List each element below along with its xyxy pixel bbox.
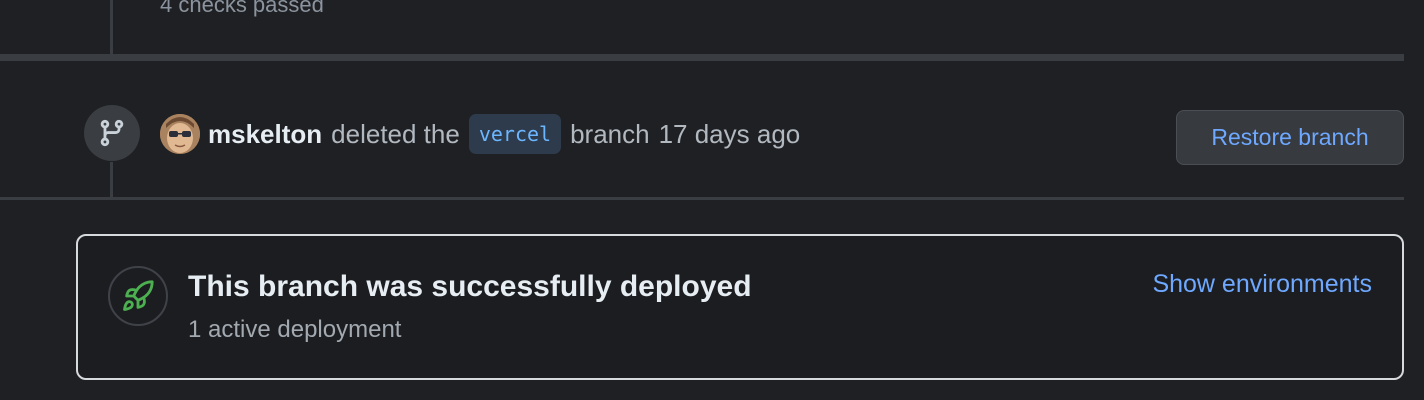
deployment-subtitle: 1 active deployment [188, 316, 402, 343]
restore-branch-button[interactable]: Restore branch [1176, 110, 1404, 165]
pull-request-timeline: 4 checks passed mskelton deleted the ver… [0, 0, 1424, 400]
rocket-icon [108, 266, 168, 326]
action-prefix: deleted the [331, 118, 460, 149]
timeline-divider [0, 197, 1404, 200]
timeline-line [110, 0, 113, 54]
git-branch-icon [84, 105, 140, 161]
action-suffix: branch [570, 118, 650, 149]
deployment-status-box: This branch was successfully deployed 1 … [76, 234, 1404, 380]
author-link[interactable]: mskelton [208, 119, 322, 150]
avatar[interactable] [160, 114, 200, 154]
show-environments-link[interactable]: Show environments [1152, 270, 1372, 299]
timeline-divider [0, 54, 1404, 61]
timestamp[interactable]: 17 days ago [659, 119, 801, 150]
branch-event-text: mskelton deleted the vercel branch 17 da… [208, 112, 800, 156]
deployment-title: This branch was successfully deployed [188, 270, 752, 303]
checks-status-text: 4 checks passed [160, 0, 324, 17]
timeline-line [110, 162, 113, 198]
branch-name-chip[interactable]: vercel [468, 114, 562, 154]
